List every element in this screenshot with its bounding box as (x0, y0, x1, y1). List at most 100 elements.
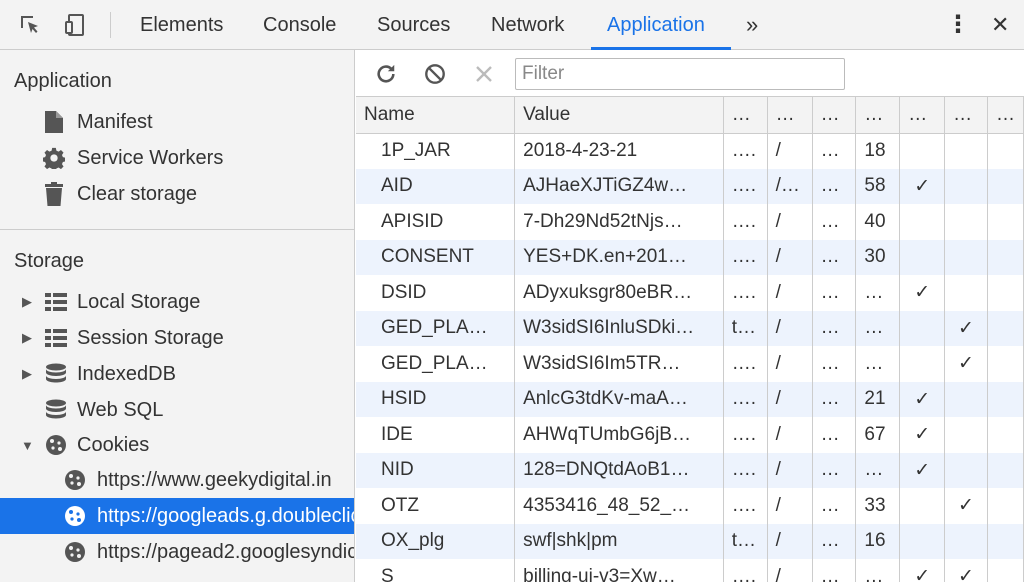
sidebar-item-cookie-site[interactable]: https://www.geekydigital.in (0, 462, 354, 498)
sidebar-item-web-sql[interactable]: Web SQL (0, 392, 354, 428)
cell-value: W3sidSI6InluSDki… (514, 310, 724, 346)
cell-value: swf|shk|pm (514, 523, 724, 559)
section-divider (0, 229, 354, 230)
cell-samesite (987, 310, 1024, 346)
column-header-size[interactable]: … (855, 97, 901, 134)
sidebar-item-label: IndexedDB (77, 362, 176, 385)
cell-size: 16 (855, 523, 901, 559)
cell-value: 2018-4-23-21 (514, 133, 724, 169)
cell-samesite (987, 275, 1024, 311)
sidebar-item-label: Local Storage (77, 290, 201, 313)
cookie-icon (63, 540, 87, 564)
filter-input[interactable] (515, 58, 845, 90)
column-header-domain[interactable]: … (723, 97, 768, 134)
sidebar-item-clear-storage[interactable]: Clear storage (0, 176, 354, 212)
tab-console[interactable]: Console (263, 0, 336, 50)
cell-samesite (987, 523, 1024, 559)
collapse-arrow-icon[interactable]: ▼ (21, 438, 34, 453)
cell-size: … (855, 310, 901, 346)
tab-application[interactable]: Application (607, 0, 705, 50)
table-row[interactable]: APISID 7-Dh29Nd52tNjs……. /… 40 (356, 204, 1024, 240)
table-row[interactable]: NID 128=DNQtdAoB1……. /…… ✓ (356, 452, 1024, 488)
column-header-value[interactable]: Value (514, 97, 724, 134)
cell-domain: …. (723, 417, 768, 453)
cell-path: / (767, 559, 813, 582)
cell-expires: … (812, 559, 857, 582)
cell-name: AID (356, 168, 516, 204)
sidebar-item-label: Cookies (77, 433, 150, 456)
sidebar-item-label: https://pagead2.googlesyndication.com (97, 540, 354, 563)
column-header-samesite[interactable]: … (987, 97, 1024, 134)
sidebar-item-cookies[interactable]: ▼ Cookies (0, 427, 354, 463)
sidebar-item-label: Clear storage (77, 182, 198, 205)
column-header-expires[interactable]: … (812, 97, 857, 134)
cell-secure (944, 452, 988, 488)
cookie-icon (44, 433, 68, 457)
table-row[interactable]: Sbilling-ui-v3=Xw……. /…… ✓ ✓ (356, 559, 1024, 582)
column-header-httponly[interactable]: … (899, 97, 946, 134)
cell-domain: …. (723, 452, 768, 488)
table-row[interactable]: DSID ADyxuksgr80eBR……. /…… ✓ (356, 275, 1024, 311)
table-row[interactable]: OX_plg swf|shk|pm t… /… 16 (356, 523, 1024, 559)
cell-expires: … (812, 488, 857, 524)
table-row[interactable]: AID AJHaeXJTiGZ4w……./…… 58 ✓ (356, 168, 1024, 204)
delete-selected-icon[interactable] (470, 60, 498, 88)
sidebar-item-cookie-site[interactable]: https://pagead2.googlesyndication.com (0, 534, 354, 570)
cell-size: 30 (855, 239, 901, 275)
tab-network[interactable]: Network (491, 0, 564, 50)
expand-arrow-icon[interactable]: ▶ (22, 294, 32, 310)
table-row[interactable]: 1P_JAR 2018-4-23-21…. /… 18 (356, 133, 1024, 169)
expand-arrow-icon[interactable]: ▶ (22, 330, 32, 346)
column-header-name[interactable]: Name (356, 97, 516, 134)
sidebar-item-label: Manifest (77, 110, 153, 133)
device-toolbar-icon[interactable] (62, 11, 90, 39)
tab-sources[interactable]: Sources (377, 0, 450, 50)
cell-size: 58 (855, 168, 901, 204)
table-row[interactable]: CONSENT YES+DK.en+201……. /… 30 (356, 239, 1024, 275)
more-tabs-icon[interactable]: » (746, 0, 758, 50)
column-header-path[interactable]: … (767, 97, 813, 134)
close-icon[interactable]: ✕ (991, 0, 1009, 50)
cell-path: /… (767, 168, 813, 204)
expand-arrow-icon[interactable]: ▶ (22, 366, 32, 382)
sidebar-item-service-workers[interactable]: Service Workers (0, 140, 354, 176)
clear-all-icon[interactable] (421, 60, 449, 88)
cell-expires: … (812, 346, 857, 382)
cell-name: NID (356, 452, 516, 488)
cell-expires: … (812, 523, 857, 559)
sidebar-item-local-storage[interactable]: ▶ Local Storage (0, 284, 354, 320)
table-row[interactable]: IDE AHWqTUmbG6jB……. /… 67 ✓ (356, 417, 1024, 453)
cell-samesite (987, 346, 1024, 382)
cell-name: GED_PLA… (356, 346, 516, 382)
kebab-menu-icon[interactable]: ⋮ (946, 0, 970, 50)
cell-name: GED_PLA… (356, 310, 516, 346)
table-row[interactable]: HSID AnlcG3tdKv-maA……. /… 21 ✓ (356, 381, 1024, 417)
cell-httponly (899, 239, 946, 275)
cell-domain: …. (723, 204, 768, 240)
table-row[interactable]: OTZ 4353416_48_52_……. /… 33 ✓ (356, 488, 1024, 524)
cell-domain: …. (723, 275, 768, 311)
cell-secure: ✓ (944, 559, 988, 582)
column-header-secure[interactable]: … (944, 97, 988, 134)
sidebar-item-label: https://www.geekydigital.in (97, 468, 332, 491)
sidebar-item-indexeddb[interactable]: ▶ IndexedDB (0, 356, 354, 392)
tab-elements[interactable]: Elements (140, 0, 223, 50)
cell-domain: t… (723, 310, 768, 346)
cell-size: … (855, 452, 901, 488)
cell-value: YES+DK.en+201… (514, 239, 724, 275)
cell-secure (944, 133, 988, 169)
cell-value: 4353416_48_52_… (514, 488, 724, 524)
inspect-element-icon[interactable] (16, 11, 44, 39)
cell-expires: … (812, 452, 857, 488)
sidebar-item-session-storage[interactable]: ▶ Session Storage (0, 320, 354, 356)
cell-name: DSID (356, 275, 516, 311)
cell-httponly: ✓ (899, 381, 946, 417)
table-row[interactable]: GED_PLA… W3sidSI6InluSDki… t… /…… ✓ (356, 310, 1024, 346)
cell-value: 7-Dh29Nd52tNjs… (514, 204, 724, 240)
table-row[interactable]: GED_PLA… W3sidSI6Im5TR……. /…… ✓ (356, 346, 1024, 382)
refresh-icon[interactable] (372, 60, 400, 88)
sidebar-item-label: Session Storage (77, 326, 224, 349)
cell-domain: …. (723, 346, 768, 382)
sidebar-item-cookie-site-selected[interactable]: https://googleads.g.doubleclick.net (0, 498, 354, 534)
sidebar-item-manifest[interactable]: Manifest (0, 104, 354, 140)
